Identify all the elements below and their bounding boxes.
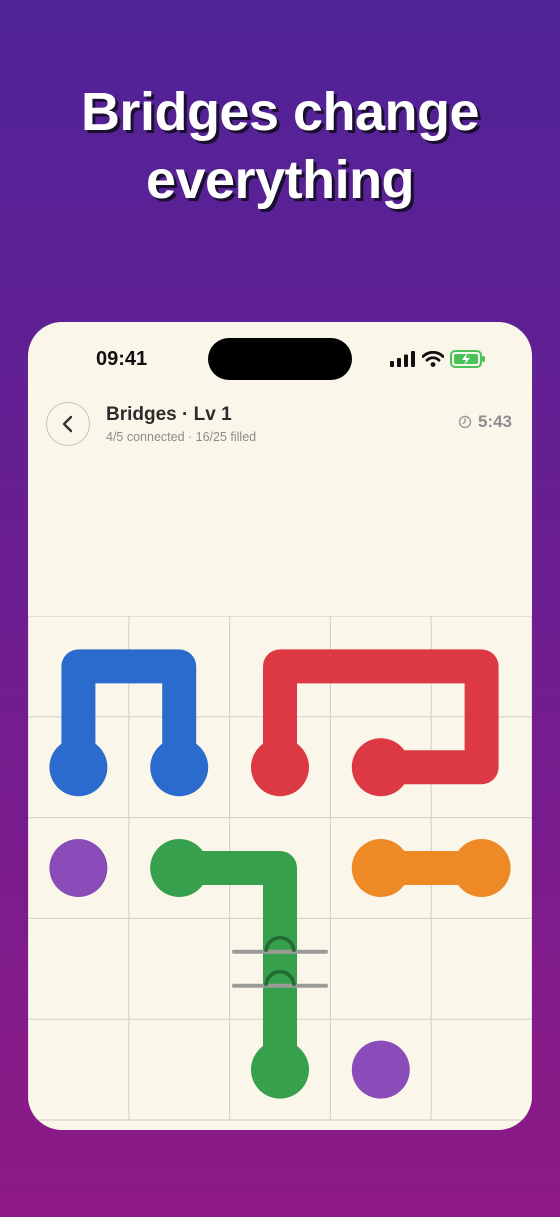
red-endpoint[interactable] <box>251 738 309 797</box>
level-title: Bridges · Lv 1 <box>106 404 232 425</box>
blue-endpoint[interactable] <box>49 738 108 797</box>
headline-line-2: everything <box>145 150 415 210</box>
green-endpoint[interactable] <box>150 839 209 897</box>
back-button[interactable] <box>46 402 90 446</box>
orange-endpoint[interactable] <box>452 839 511 897</box>
blue-endpoint[interactable] <box>150 738 209 797</box>
board-cell[interactable] <box>128 1019 230 1120</box>
red-endpoint[interactable] <box>351 738 410 797</box>
board-cell[interactable] <box>431 1019 532 1120</box>
purple-endpoint[interactable] <box>49 839 108 897</box>
board-cell[interactable] <box>330 918 432 1020</box>
system-icons <box>390 350 486 368</box>
timer-value: 5:43 <box>477 412 512 431</box>
battery-charging-icon <box>450 350 485 368</box>
level-progress: 4/5 connected · 16/25 filled <box>106 430 257 444</box>
status-time: 09:41 <box>96 348 148 370</box>
clock-icon <box>458 415 472 429</box>
dynamic-island <box>208 338 352 380</box>
board-cell[interactable] <box>28 918 129 1020</box>
puzzle-board[interactable] <box>28 616 532 1121</box>
level-timer: 5:43 <box>458 412 512 432</box>
level-header: Bridges · Lv 1 4/5 connected · 16/25 fil… <box>28 398 532 454</box>
board-cell[interactable] <box>431 918 532 1020</box>
status-bar: 09:41 <box>28 322 532 392</box>
green-endpoint[interactable] <box>251 1040 309 1099</box>
chevron-left-icon <box>62 415 73 433</box>
phone-screen: 09:41 Bridges · Lv 1 4/5 connected · 16/… <box>28 322 532 1130</box>
orange-endpoint[interactable] <box>351 839 410 897</box>
board-cell[interactable] <box>28 1019 129 1120</box>
wifi-icon <box>422 351 444 367</box>
headline-line-1: Bridges change <box>80 82 480 142</box>
cellular-signal-icon <box>390 351 415 367</box>
purple-endpoint[interactable] <box>351 1040 410 1099</box>
headline: Bridges change everything <box>0 78 560 214</box>
board-cell[interactable] <box>128 918 230 1020</box>
